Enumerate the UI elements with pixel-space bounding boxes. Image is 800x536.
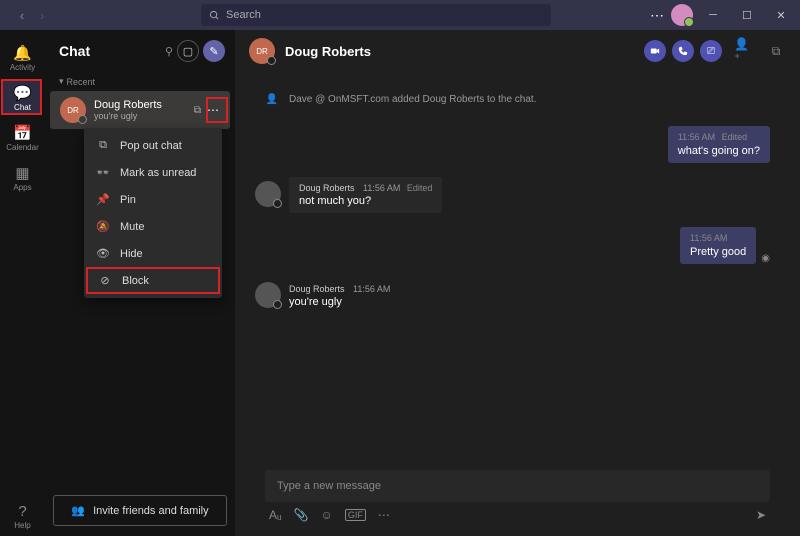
rail-calendar[interactable]: 📅 Calendar <box>0 118 45 158</box>
message-input[interactable]: Type a new message <box>265 470 770 502</box>
menu-hide[interactable]: 👁 Hide <box>84 240 222 267</box>
more-icon[interactable]: ⋯ <box>378 508 390 522</box>
audio-call-button[interactable] <box>672 40 694 62</box>
received-message: Doug Roberts 11:56 AM Edited not much yo… <box>255 177 770 213</box>
add-people-button[interactable]: 👤⁺ <box>734 41 754 61</box>
bell-icon: 🔔 <box>13 44 32 62</box>
more-icon[interactable]: ⋯ <box>650 7 665 24</box>
rail-label: Calendar <box>6 143 38 152</box>
menu-mute[interactable]: 🔕 Mute <box>84 213 222 240</box>
hide-icon: 👁 <box>96 247 110 260</box>
forward-icon[interactable]: › <box>33 8 51 23</box>
search-placeholder: Search <box>226 9 261 21</box>
nav-history: ‹ › <box>13 8 51 23</box>
message-bubble[interactable]: Doug Roberts 11:56 AM Edited not much yo… <box>289 177 442 213</box>
invite-button[interactable]: 👥 Invite friends and family <box>53 495 227 526</box>
compose-toolbar: Aᵤ 📎 ☺ GIF ⋯ ➤ <box>265 502 770 528</box>
calendar-icon: 📅 <box>13 124 32 142</box>
compose-area: Type a new message Aᵤ 📎 ☺ GIF ⋯ ➤ <box>265 470 770 528</box>
screenshare-button[interactable]: ⎚ <box>700 40 722 62</box>
chat-content: DR Doug Roberts ⎚ 👤⁺ ⧉ 👤 Dave @ OnMSFT.c… <box>235 30 800 536</box>
format-icon[interactable]: Aᵤ <box>269 508 282 522</box>
close-button[interactable]: ✕ <box>767 1 795 29</box>
pin-icon: 📌 <box>96 193 110 206</box>
video-call-button[interactable] <box>644 40 666 62</box>
rail-help[interactable]: ? Help <box>0 496 45 536</box>
meet-now-button[interactable]: ▢ <box>177 40 199 62</box>
chat-item-avatar: DR <box>60 97 86 123</box>
maximize-button[interactable]: ☐ <box>733 1 761 29</box>
invite-label: Invite friends and family <box>93 505 209 517</box>
emoji-icon[interactable]: ☺ <box>321 508 333 522</box>
message-avatar[interactable] <box>255 282 281 308</box>
rail-chat[interactable]: 💬 Chat <box>0 78 45 118</box>
chat-item-info: Doug Roberts you're ugly <box>94 99 194 121</box>
header-name: Doug Roberts <box>285 44 644 59</box>
annotation-highlight <box>206 97 228 123</box>
message-bubble[interactable]: Doug Roberts 11:56 AM you're ugly <box>289 278 400 314</box>
block-icon: ⊘ <box>98 274 112 287</box>
message-list: 👤 Dave @ OnMSFT.com added Doug Roberts t… <box>235 72 800 470</box>
header-actions: ⎚ 👤⁺ ⧉ <box>644 40 786 62</box>
message-avatar[interactable] <box>255 181 281 207</box>
menu-unread[interactable]: 👓 Mark as unread <box>84 159 222 186</box>
sent-message: 11:56 AM Pretty good ◉ <box>255 227 770 264</box>
context-menu: ⧉ Pop out chat 👓 Mark as unread 📌 Pin 🔕 … <box>84 128 222 298</box>
search-input[interactable]: Search <box>201 4 551 26</box>
chat-header: DR Doug Roberts ⎚ 👤⁺ ⧉ <box>235 30 800 72</box>
mute-icon: 🔕 <box>96 220 110 233</box>
filter-icon[interactable]: ⚲ <box>165 45 173 58</box>
popout-button[interactable]: ⧉ <box>766 41 786 61</box>
menu-popout[interactable]: ⧉ Pop out chat <box>84 132 222 159</box>
new-chat-button[interactable]: ✎ <box>203 40 225 62</box>
unread-icon: 👓 <box>96 166 110 179</box>
rail-activity[interactable]: 🔔 Activity <box>0 38 45 78</box>
attach-icon[interactable]: 📎 <box>294 508 309 522</box>
search-icon <box>209 10 220 21</box>
sidebar-title: Chat <box>59 43 165 59</box>
gif-icon[interactable]: GIF <box>345 509 366 521</box>
title-bar: ‹ › Search ⋯ ─ ☐ ✕ <box>0 0 800 30</box>
recent-label[interactable]: ▾ Recent <box>45 72 235 91</box>
person-add-icon: 👤 <box>265 92 279 106</box>
menu-block[interactable]: ⊘ Block <box>86 267 220 294</box>
minimize-button[interactable]: ─ <box>699 1 727 29</box>
popout-icon[interactable]: ⧉ <box>194 105 201 116</box>
apps-icon: ▦ <box>15 164 29 182</box>
sent-message: 11:56 AM Edited what's going on? <box>255 126 770 163</box>
rail-label: Apps <box>13 183 31 192</box>
system-message: 👤 Dave @ OnMSFT.com added Doug Roberts t… <box>255 92 770 106</box>
rail-label: Help <box>14 521 30 530</box>
chat-item-name: Doug Roberts <box>94 99 194 111</box>
message-bubble[interactable]: 11:56 AM Pretty good <box>680 227 756 264</box>
received-message: Doug Roberts 11:56 AM you're ugly <box>255 278 770 314</box>
chat-item-preview: you're ugly <box>94 111 194 121</box>
read-receipt-icon: ◉ <box>761 253 770 264</box>
popout-icon: ⧉ <box>96 139 110 152</box>
sidebar-header: Chat ⚲ ▢ ✎ <box>45 30 235 72</box>
chevron-icon: ▾ <box>59 76 64 87</box>
chat-icon: 💬 <box>13 84 32 102</box>
titlebar-right: ⋯ ─ ☐ ✕ <box>650 1 795 29</box>
chat-list-item[interactable]: DR Doug Roberts you're ugly ⧉ ⋯ <box>50 91 230 129</box>
rail-label: Chat <box>14 103 31 112</box>
people-icon: 👥 <box>71 504 85 517</box>
send-button[interactable]: ➤ <box>756 508 766 522</box>
rail-apps[interactable]: ▦ Apps <box>0 158 45 198</box>
help-icon: ? <box>18 503 26 520</box>
back-icon[interactable]: ‹ <box>13 8 31 23</box>
app-rail: 🔔 Activity 💬 Chat 📅 Calendar ▦ Apps ? He… <box>0 30 45 536</box>
message-bubble[interactable]: 11:56 AM Edited what's going on? <box>668 126 770 163</box>
rail-label: Activity <box>10 63 35 72</box>
user-avatar[interactable] <box>671 4 693 26</box>
menu-pin[interactable]: 📌 Pin <box>84 186 222 213</box>
header-avatar[interactable]: DR <box>249 38 275 64</box>
